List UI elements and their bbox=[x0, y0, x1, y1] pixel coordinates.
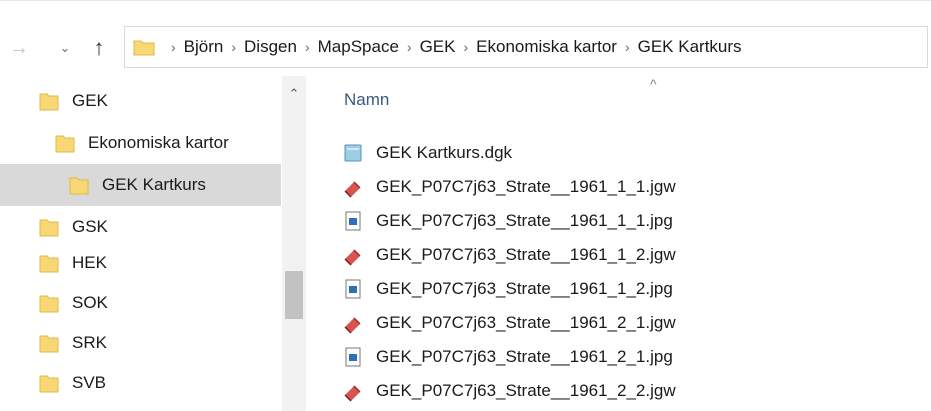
breadcrumb-ekonomiska-kartor[interactable]: Ekonomiska kartor bbox=[476, 37, 617, 57]
jpg-file-icon bbox=[345, 347, 361, 367]
jgw-file-icon bbox=[344, 249, 361, 266]
file-name: GEK_P07C7j63_Strate__1961_1_1.jpg bbox=[376, 211, 673, 230]
sidebar-item-srk[interactable]: SRK bbox=[0, 322, 281, 364]
file-name: GEK Kartkurs.dgk bbox=[376, 143, 513, 162]
file-name: GEK_P07C7j63_Strate__1961_2_1.jgw bbox=[376, 313, 676, 332]
breadcrumb-disgen[interactable]: Disgen bbox=[244, 37, 297, 57]
file-row-dgk[interactable]: GEK Kartkurs.dgk bbox=[342, 136, 512, 170]
file-row-jgw[interactable]: GEK_P07C7j63_Strate__1961_2_2.jgw bbox=[342, 374, 676, 408]
column-header-name[interactable]: Namn bbox=[344, 90, 389, 110]
file-name: GEK_P07C7j63_Strate__1961_1_1.jgw bbox=[376, 177, 676, 196]
sidebar-item-label: GSK bbox=[72, 217, 108, 236]
folder-icon bbox=[39, 219, 59, 237]
sidebar-item-label: HEK bbox=[72, 253, 107, 272]
chevron-down-icon[interactable]: ⌄ bbox=[54, 22, 76, 74]
back-arrow-icon[interactable]: → bbox=[4, 22, 34, 74]
file-row-jpg[interactable]: GEK_P07C7j63_Strate__1961_1_2.jpg bbox=[342, 272, 673, 306]
sort-ascending-icon: ^ bbox=[650, 76, 657, 92]
breadcrumb-gek[interactable]: GEK bbox=[420, 37, 456, 57]
navigation-pane: GEK Ekonomiska kartor GEK Kartkurs GSK H… bbox=[0, 76, 306, 411]
jgw-file-icon bbox=[344, 317, 361, 334]
sidebar-item-gek-kartkurs[interactable]: GEK Kartkurs bbox=[0, 164, 281, 206]
address-bar[interactable]: › Björn › Disgen › MapSpace › GEK › Ekon… bbox=[124, 26, 928, 68]
breadcrumb-separator[interactable]: › bbox=[171, 39, 176, 55]
sidebar-item-label: SOK bbox=[72, 293, 108, 312]
jgw-file-icon bbox=[344, 385, 361, 402]
folder-icon bbox=[69, 177, 89, 195]
sidebar-item-label: GEK bbox=[72, 91, 108, 110]
file-name: GEK_P07C7j63_Strate__1961_2_1.jpg bbox=[376, 347, 673, 366]
navigation-bar: → ⌄ ↑ › Björn › Disgen › MapSpace › GEK … bbox=[0, 22, 931, 74]
sidebar-item-label: SRK bbox=[72, 333, 107, 352]
breadcrumb-separator[interactable]: › bbox=[407, 39, 412, 55]
breadcrumb-mapspace[interactable]: MapSpace bbox=[318, 37, 399, 57]
folder-icon bbox=[39, 295, 59, 313]
folder-icon bbox=[39, 255, 59, 273]
folder-icon bbox=[39, 93, 59, 111]
breadcrumb-separator[interactable]: › bbox=[231, 39, 236, 55]
breadcrumb-separator[interactable]: › bbox=[305, 39, 310, 55]
sidebar-item-sok[interactable]: SOK bbox=[0, 282, 281, 324]
file-name: GEK_P07C7j63_Strate__1961_1_2.jgw bbox=[376, 245, 676, 264]
scrollbar-thumb[interactable] bbox=[285, 271, 303, 319]
breadcrumb-separator[interactable]: › bbox=[625, 39, 630, 55]
folder-icon bbox=[39, 335, 59, 353]
file-row-jgw[interactable]: GEK_P07C7j63_Strate__1961_1_1.jgw bbox=[342, 170, 676, 204]
scroll-up-arrow-icon[interactable]: ⌃ bbox=[282, 86, 306, 106]
sidebar-item-label: GEK Kartkurs bbox=[102, 175, 206, 194]
sidebar-item-label: SVB bbox=[72, 373, 107, 392]
dgk-file-icon bbox=[344, 144, 362, 162]
file-row-jgw[interactable]: GEK_P07C7j63_Strate__1961_2_1.jgw bbox=[342, 306, 676, 340]
file-row-jpg[interactable]: GEK_P07C7j63_Strate__1961_1_1.jpg bbox=[342, 204, 673, 238]
sidebar-item-svb[interactable]: SVB bbox=[0, 362, 281, 404]
sidebar-scrollbar[interactable]: ⌃ bbox=[282, 76, 306, 411]
file-row-jgw[interactable]: GEK_P07C7j63_Strate__1961_1_2.jgw bbox=[342, 238, 676, 272]
file-name: GEK_P07C7j63_Strate__1961_2_2.jgw bbox=[376, 381, 676, 400]
breadcrumb-gek-kartkurs[interactable]: GEK Kartkurs bbox=[638, 37, 742, 57]
breadcrumb-bjorn[interactable]: Björn bbox=[184, 37, 224, 57]
sidebar-item-label: Ekonomiska kartor bbox=[88, 133, 229, 152]
breadcrumb-separator[interactable]: › bbox=[463, 39, 468, 55]
file-list: ^ Namn GEK Kartkurs.dgk GEK_P07C7j63_Str… bbox=[316, 76, 931, 411]
folder-icon bbox=[55, 135, 75, 153]
sidebar-item-hek[interactable]: HEK bbox=[0, 242, 281, 284]
sidebar-item-gek[interactable]: GEK bbox=[0, 80, 281, 122]
jgw-file-icon bbox=[344, 181, 361, 198]
window-top-edge bbox=[0, 0, 931, 1]
file-row-jpg[interactable]: GEK_P07C7j63_Strate__1961_2_1.jpg bbox=[342, 340, 673, 374]
jpg-file-icon bbox=[345, 211, 361, 231]
folder-icon bbox=[39, 375, 59, 393]
folder-icon bbox=[133, 40, 155, 56]
jpg-file-icon bbox=[345, 279, 361, 299]
up-arrow-icon[interactable]: ↑ bbox=[84, 22, 114, 74]
sidebar-item-ekonomiska-kartor[interactable]: Ekonomiska kartor bbox=[0, 122, 281, 164]
file-name: GEK_P07C7j63_Strate__1961_1_2.jpg bbox=[376, 279, 673, 298]
